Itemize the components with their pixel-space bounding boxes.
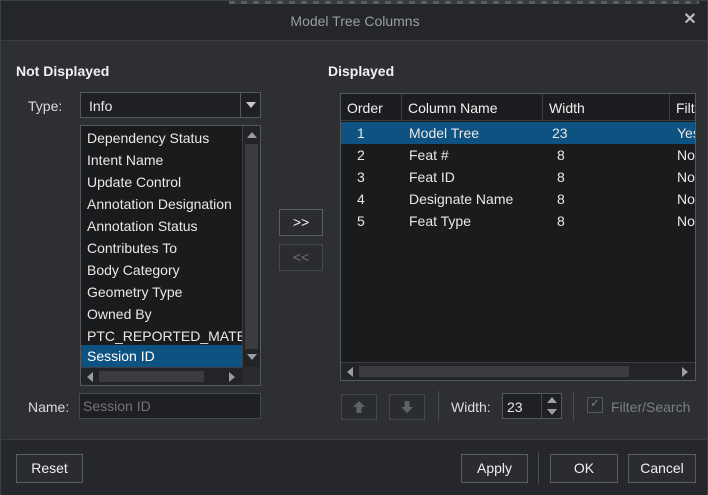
- toolbar-separator: [438, 391, 439, 421]
- row-order: 1: [357, 125, 365, 141]
- move-up-icon: [353, 401, 365, 413]
- list-item[interactable]: Annotation Designation: [81, 193, 242, 215]
- table-row[interactable]: 3 Feat ID 8 No: [341, 166, 695, 188]
- reset-button[interactable]: Reset: [16, 454, 83, 483]
- not-displayed-list[interactable]: Dependency Status Intent Name Update Con…: [80, 125, 261, 386]
- list-item[interactable]: PTC_REPORTED_MATERIAL: [81, 325, 242, 347]
- spin-up-icon[interactable]: [544, 394, 560, 406]
- row-width: 8: [557, 213, 565, 229]
- titlebar-decoration: [229, 1, 699, 4]
- list-item[interactable]: Body Category: [81, 259, 242, 281]
- scroll-corner: [242, 367, 260, 385]
- width-label: Width:: [451, 399, 491, 415]
- list-vertical-scrollbar[interactable]: [242, 126, 260, 367]
- move-down-button[interactable]: [389, 394, 425, 420]
- type-combo[interactable]: Info: [80, 92, 261, 118]
- move-up-button[interactable]: [341, 394, 377, 420]
- row-name: Feat ID: [409, 169, 455, 185]
- list-item[interactable]: Intent Name: [81, 149, 242, 171]
- not-displayed-heading: Not Displayed: [16, 63, 110, 79]
- column-header-filter[interactable]: Filter/Search: [670, 94, 695, 121]
- row-name: Model Tree: [409, 125, 480, 141]
- list-item[interactable]: Contributes To: [81, 237, 242, 259]
- row-width: 23: [552, 125, 568, 141]
- row-order: 2: [357, 147, 365, 163]
- row-order: 4: [357, 191, 365, 207]
- column-header-name[interactable]: Column Name: [402, 94, 543, 121]
- name-label: Name:: [28, 399, 70, 415]
- dialog-title: Model Tree Columns: [290, 13, 420, 29]
- column-header-order[interactable]: Order: [341, 94, 402, 121]
- scroll-up-icon[interactable]: [244, 127, 260, 143]
- list-item[interactable]: Dependency Status: [81, 127, 242, 149]
- checkbox-icon[interactable]: [587, 396, 603, 413]
- scroll-left-icon[interactable]: [82, 369, 98, 385]
- type-label: Type:: [28, 98, 63, 114]
- row-width: 8: [557, 169, 565, 185]
- ok-button[interactable]: OK: [550, 454, 618, 483]
- row-filter: Yes: [677, 125, 695, 141]
- remove-column-button[interactable]: <<: [279, 244, 323, 271]
- row-width: 8: [557, 191, 565, 207]
- toolbar-separator: [573, 391, 574, 421]
- table-row[interactable]: 1 Model Tree 23 Yes: [341, 122, 695, 144]
- list-item-selected[interactable]: Session ID: [81, 345, 242, 367]
- add-column-button[interactable]: >>: [279, 209, 323, 236]
- table-row[interactable]: 5 Feat Type 8 No: [341, 210, 695, 232]
- list-horizontal-scrollbar[interactable]: [81, 367, 242, 385]
- row-name: Feat Type: [409, 213, 472, 229]
- move-down-icon: [401, 401, 413, 413]
- list-item[interactable]: Annotation Status: [81, 215, 242, 237]
- table-row[interactable]: 4 Designate Name 8 No: [341, 188, 695, 210]
- width-spinner[interactable]: 23: [502, 393, 562, 419]
- table-horizontal-scrollbar[interactable]: [341, 362, 695, 380]
- title-bar[interactable]: Model Tree Columns ✕: [1, 1, 707, 41]
- row-order: 5: [357, 213, 365, 229]
- table-header: Order Column Name Width Filter/Search: [341, 94, 695, 121]
- scroll-thumb[interactable]: [245, 144, 258, 349]
- spin-down-icon[interactable]: [544, 406, 560, 418]
- dropdown-chevron-icon[interactable]: [240, 93, 260, 117]
- scroll-thumb[interactable]: [99, 371, 204, 382]
- scroll-down-icon[interactable]: [244, 349, 260, 365]
- list-item[interactable]: Update Control: [81, 171, 242, 193]
- displayed-heading: Displayed: [328, 63, 395, 79]
- row-name: Feat #: [409, 147, 449, 163]
- row-filter: No: [677, 213, 695, 229]
- column-header-width[interactable]: Width: [543, 94, 670, 121]
- row-name: Designate Name: [409, 191, 514, 207]
- apply-button[interactable]: Apply: [461, 454, 528, 483]
- scroll-left-icon[interactable]: [342, 364, 358, 380]
- scroll-thumb[interactable]: [359, 366, 629, 377]
- scroll-right-icon[interactable]: [224, 369, 240, 385]
- model-tree-columns-dialog: Model Tree Columns ✕ Not Displayed Type:…: [0, 0, 708, 495]
- close-icon[interactable]: ✕: [681, 11, 699, 29]
- type-combo-value: Info: [89, 98, 113, 114]
- list-item[interactable]: Geometry Type: [81, 281, 242, 303]
- table-row[interactable]: 2 Feat # 8 No: [341, 144, 695, 166]
- row-filter: No: [677, 191, 695, 207]
- scroll-right-icon[interactable]: [677, 364, 693, 380]
- list-item[interactable]: Owned By: [81, 303, 242, 325]
- width-spinner-controls[interactable]: [541, 394, 561, 418]
- cancel-button[interactable]: Cancel: [628, 454, 696, 483]
- width-spinner-value: 23: [507, 399, 523, 415]
- row-order: 3: [357, 169, 365, 185]
- row-width: 8: [557, 147, 565, 163]
- filter-search-label: Filter/Search: [611, 399, 691, 415]
- name-field[interactable]: [79, 393, 261, 419]
- displayed-columns-table[interactable]: Order Column Name Width Filter/Search 1 …: [340, 93, 696, 381]
- row-filter: No: [677, 147, 695, 163]
- footer-separator: [538, 452, 539, 484]
- row-filter: No: [677, 169, 695, 185]
